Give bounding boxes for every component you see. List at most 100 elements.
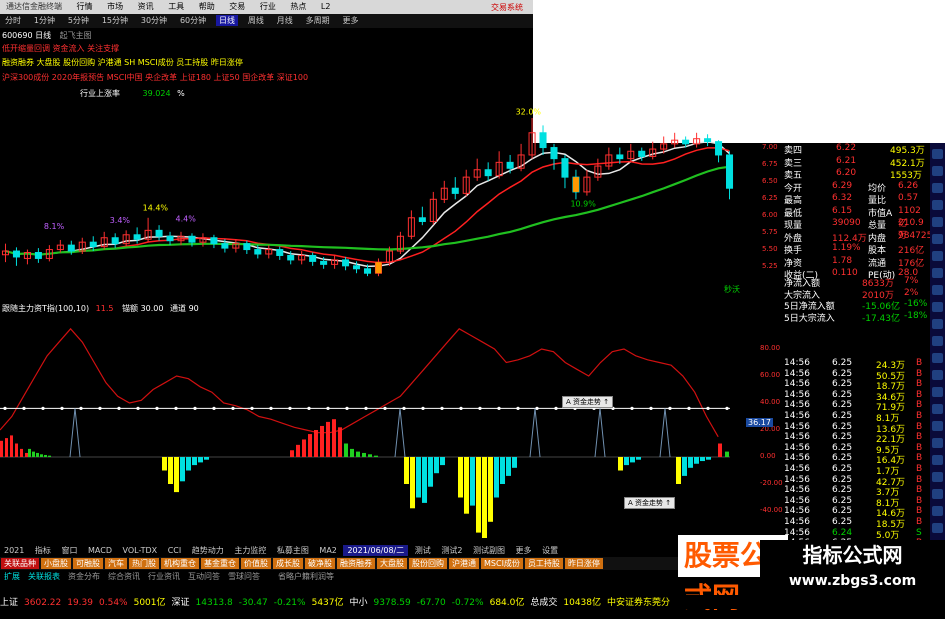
- function-link[interactable]: 雪球问答: [224, 572, 264, 581]
- block-tag[interactable]: 昨日涨停: [564, 558, 603, 569]
- side-tool-button[interactable]: [932, 285, 943, 295]
- block-tag[interactable]: 股份回购: [409, 558, 447, 569]
- side-tool-button[interactable]: [932, 200, 943, 210]
- tab-indicator[interactable]: 指标: [31, 545, 55, 556]
- function-link[interactable]: 关联报表: [24, 572, 64, 581]
- side-tool-button[interactable]: [932, 149, 943, 159]
- period-tab[interactable]: 分时: [2, 15, 24, 26]
- block-tag[interactable]: 沪港通: [449, 558, 479, 569]
- quote-row: 卖三 6.21 452.1万: [750, 156, 928, 169]
- side-tool-button[interactable]: [932, 506, 943, 516]
- fund-trend-popup[interactable]: A 资金走势 ↑: [624, 497, 676, 509]
- side-tool-button[interactable]: [932, 183, 943, 193]
- tab-more[interactable]: 更多: [512, 545, 536, 556]
- period-tab[interactable]: 周线: [245, 15, 267, 26]
- side-tool-button[interactable]: [932, 387, 943, 397]
- period-tab[interactable]: 5分钟: [65, 15, 92, 26]
- menu-item-help[interactable]: 帮助: [193, 0, 221, 13]
- tab-macd[interactable]: MACD: [84, 546, 116, 555]
- block-tag[interactable]: 成长股: [273, 558, 303, 569]
- function-link[interactable]: 综合资讯: [104, 572, 144, 581]
- side-tool-button[interactable]: [932, 234, 943, 244]
- trade-system-link[interactable]: 交易系统: [485, 1, 529, 14]
- menu-item-hq[interactable]: 行情: [71, 0, 99, 13]
- block-tag-related[interactable]: 关联品种: [1, 558, 39, 569]
- tick-side: B: [916, 453, 923, 464]
- period-tab[interactable]: 更多: [340, 15, 362, 26]
- tab-year[interactable]: 2021: [0, 546, 28, 555]
- side-tool-button[interactable]: [932, 438, 943, 448]
- side-tool-button[interactable]: [932, 472, 943, 482]
- tab-window[interactable]: 窗口: [57, 545, 81, 556]
- side-tool-button[interactable]: [932, 302, 943, 312]
- function-link[interactable]: 资金分布: [64, 572, 104, 581]
- menu-item-hot[interactable]: 热点: [284, 0, 312, 13]
- channel-dot: [3, 406, 7, 410]
- block-tag[interactable]: 可融股: [73, 558, 103, 569]
- quote-panel: 卖四 6.22 495.3万 卖三 6.21 452.1万 卖五 6.20 1553万 今开 6.2…: [750, 143, 932, 283]
- period-tab[interactable]: 60分钟: [177, 15, 209, 26]
- function-link[interactable]: 行业资讯: [144, 572, 184, 581]
- function-row: 扩展 关联报表 资金分布 综合资讯 行业资讯 互动问答 雪球问答 省略户籍利润等: [0, 571, 680, 582]
- tab-main-monitor[interactable]: 主力监控: [230, 545, 270, 556]
- period-tab[interactable]: 15分钟: [99, 15, 131, 26]
- block-tag[interactable]: 汽车: [105, 558, 127, 569]
- side-tool-button[interactable]: [932, 370, 943, 380]
- block-tag[interactable]: 价值股: [241, 558, 271, 569]
- tab-vol[interactable]: VOL-TDX: [119, 546, 162, 555]
- side-tool-button[interactable]: [932, 251, 943, 261]
- quote-label: 最低: [784, 208, 803, 219]
- function-link[interactable]: 互动问答: [184, 572, 224, 581]
- side-tool-button[interactable]: [932, 217, 943, 227]
- candle-body: [363, 268, 372, 274]
- side-tool-button[interactable]: [932, 421, 943, 431]
- period-tab[interactable]: 多周期: [303, 15, 333, 26]
- tab-private-main[interactable]: 私募主图: [273, 545, 313, 556]
- block-tag[interactable]: 员工持股: [524, 558, 563, 569]
- block-tag[interactable]: MSCI成份: [481, 558, 523, 569]
- tab-ma2[interactable]: MA2: [315, 546, 340, 555]
- tab-test2[interactable]: 测试2: [437, 545, 466, 556]
- menu-item-l2[interactable]: L2: [315, 1, 337, 12]
- period-tab-selected[interactable]: 日线: [216, 15, 238, 26]
- block-tag[interactable]: 机构重仓: [161, 558, 199, 569]
- period-tab[interactable]: 1分钟: [31, 15, 58, 26]
- indicator-line: [0, 327, 719, 438]
- green-bar: [48, 455, 51, 457]
- menu-item-news[interactable]: 资讯: [132, 0, 160, 13]
- side-tool-button[interactable]: [932, 336, 943, 346]
- kline-chart[interactable]: 14.4% 32.0% 10.9% 8.1% 3.4% 4.4%: [0, 100, 760, 300]
- side-tool-button[interactable]: [932, 319, 943, 329]
- side-tool-button[interactable]: [932, 166, 943, 176]
- function-link[interactable]: 扩展: [0, 572, 24, 581]
- block-tag[interactable]: 破净股: [305, 558, 335, 569]
- block-tag[interactable]: 基金重仓: [201, 558, 239, 569]
- side-tool-button[interactable]: [932, 489, 943, 499]
- fund-trend-popup[interactable]: A 资金走势 ↑: [562, 396, 614, 408]
- menu-item-market[interactable]: 市场: [101, 0, 129, 13]
- block-tag[interactable]: 融资融券: [337, 558, 375, 569]
- tick-time: 14:56: [784, 506, 810, 517]
- tab-test-sub[interactable]: 测试副图: [469, 545, 509, 556]
- block-tag[interactable]: 热门股: [129, 558, 159, 569]
- side-tool-button[interactable]: [932, 404, 943, 414]
- block-tag[interactable]: 小盘股: [41, 558, 71, 569]
- period-tab[interactable]: 月线: [274, 15, 296, 26]
- tab-trend[interactable]: 趋势动力: [188, 545, 228, 556]
- yellow-bar: [458, 457, 463, 498]
- side-tool-button[interactable]: [932, 268, 943, 278]
- menu-item-tools[interactable]: 工具: [162, 0, 190, 13]
- period-tab[interactable]: 30分钟: [138, 15, 170, 26]
- cyan-bar: [636, 457, 641, 460]
- side-tool-button[interactable]: [932, 455, 943, 465]
- block-tag[interactable]: 大盘股: [377, 558, 407, 569]
- menu-item-trade[interactable]: 交易: [223, 0, 251, 13]
- tab-cci[interactable]: CCI: [164, 546, 186, 555]
- tab-test[interactable]: 测试: [411, 545, 435, 556]
- indicator-chart[interactable]: [0, 312, 760, 544]
- tab-settings[interactable]: 设置: [538, 545, 562, 556]
- menu-item-industry[interactable]: 行业: [254, 0, 282, 13]
- side-tool-button[interactable]: [932, 353, 943, 363]
- main-chart-name[interactable]: 起飞主图: [60, 31, 92, 40]
- side-tool-button[interactable]: [932, 523, 943, 533]
